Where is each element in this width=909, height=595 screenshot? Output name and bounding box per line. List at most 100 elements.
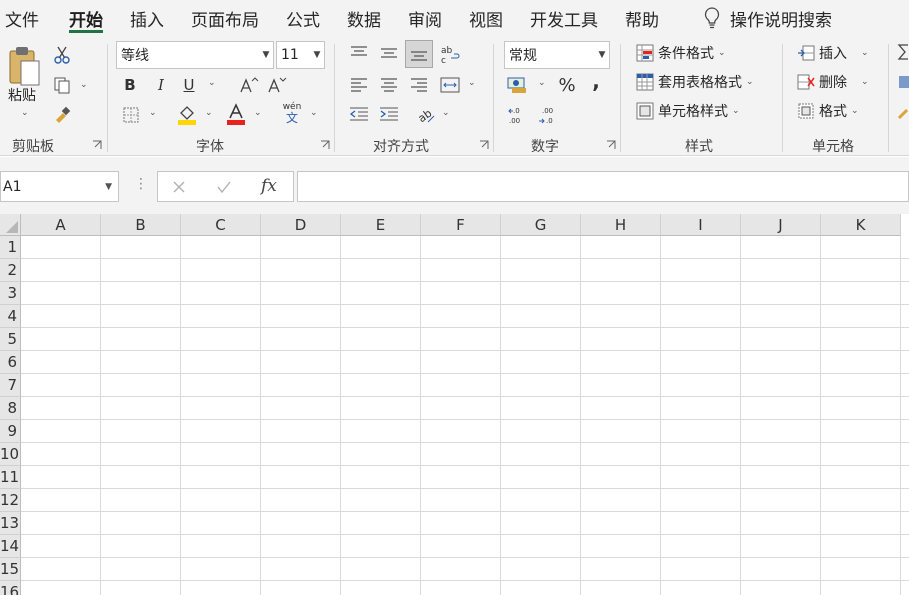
column-header[interactable]: K <box>821 214 901 236</box>
row-header[interactable]: 12 <box>0 489 21 512</box>
column-header[interactable]: E <box>341 214 421 236</box>
underline-dropdown-icon[interactable]: ⌄ <box>208 78 216 88</box>
row-header[interactable]: 16 <box>0 581 21 595</box>
tab-review[interactable]: 审阅 <box>408 6 442 31</box>
column-header[interactable]: J <box>741 214 821 236</box>
increase-indent-button[interactable] <box>377 104 401 126</box>
italic-button[interactable]: I <box>150 74 172 96</box>
enter-check-icon[interactable] <box>216 180 232 194</box>
copy-dropdown-icon[interactable]: ⌄ <box>80 80 88 90</box>
tell-me-search[interactable]: 操作说明搜索 <box>704 5 832 31</box>
insert-function-button[interactable]: fx <box>261 176 277 196</box>
insert-cells-button[interactable]: 插入 ⌄ <box>797 42 869 64</box>
column-header[interactable]: C <box>181 214 261 236</box>
tab-developer[interactable]: 开发工具 <box>530 6 598 31</box>
font-launcher-icon[interactable] <box>320 140 330 150</box>
align-bottom-button[interactable] <box>405 40 433 68</box>
align-middle-button[interactable] <box>377 42 401 64</box>
name-box[interactable]: A1 ▼ <box>0 171 119 202</box>
tab-page-layout[interactable]: 页面布局 <box>191 6 259 31</box>
paste-button[interactable] <box>5 44 45 90</box>
row-header[interactable]: 6 <box>0 351 21 374</box>
fill-color-button[interactable] <box>175 102 199 126</box>
column-header[interactable]: A <box>21 214 101 236</box>
decrease-font-button[interactable] <box>266 74 288 96</box>
tab-home[interactable]: 开始 <box>69 6 103 31</box>
copy-button[interactable] <box>52 74 72 96</box>
align-left-button[interactable] <box>347 74 371 96</box>
tab-help[interactable]: 帮助 <box>625 6 659 31</box>
clipboard-launcher-icon[interactable] <box>92 140 102 150</box>
font-color-dropdown-icon[interactable]: ⌄ <box>254 108 262 118</box>
delete-cells-button[interactable]: 删除 ⌄ <box>797 71 869 93</box>
row-header[interactable]: 4 <box>0 305 21 328</box>
row-header[interactable]: 3 <box>0 282 21 305</box>
tab-view[interactable]: 视图 <box>469 6 503 31</box>
fill-icon[interactable] <box>897 74 909 90</box>
font-size-select[interactable]: 11 ▼ <box>276 41 325 69</box>
row-header[interactable]: 10 <box>0 443 21 466</box>
phonetic-dropdown-icon[interactable]: ⌄ <box>310 108 318 118</box>
borders-dropdown-icon[interactable]: ⌄ <box>149 108 157 118</box>
tab-data[interactable]: 数据 <box>347 6 381 31</box>
formula-bar-grip-icon[interactable]: ⋮ <box>134 176 148 192</box>
row-header[interactable]: 1 <box>0 236 21 259</box>
column-header[interactable]: F <box>421 214 501 236</box>
underline-button[interactable]: U <box>178 74 200 96</box>
paste-dropdown-icon[interactable]: ⌄ <box>21 108 29 118</box>
align-center-button[interactable] <box>377 74 401 96</box>
row-header[interactable]: 8 <box>0 397 21 420</box>
clear-icon[interactable] <box>897 104 909 120</box>
decrease-decimal-button[interactable]: .00.0 <box>537 104 561 126</box>
column-header[interactable]: D <box>261 214 341 236</box>
accounting-format-button[interactable] <box>506 74 530 96</box>
column-header[interactable]: G <box>501 214 581 236</box>
conditional-formatting-button[interactable]: 条件格式 ⌄ <box>636 42 726 64</box>
decrease-indent-button[interactable] <box>347 104 371 126</box>
cut-button[interactable] <box>52 44 72 66</box>
format-as-table-button[interactable]: 套用表格格式 ⌄ <box>636 71 754 93</box>
format-cells-button[interactable]: 格式 ⌄ <box>797 100 859 122</box>
font-name-select[interactable]: 等线 ▼ <box>116 41 274 69</box>
percent-button[interactable]: % <box>556 74 578 96</box>
align-right-button[interactable] <box>407 74 431 96</box>
column-header[interactable]: I <box>661 214 741 236</box>
row-header[interactable]: 7 <box>0 374 21 397</box>
fill-color-dropdown-icon[interactable]: ⌄ <box>205 108 213 118</box>
increase-font-button[interactable] <box>238 74 260 96</box>
tab-insert[interactable]: 插入 <box>130 6 164 31</box>
cancel-icon[interactable] <box>172 180 186 194</box>
text-orientation-dropdown-icon[interactable]: ⌄ <box>442 108 450 118</box>
merge-center-button[interactable] <box>438 74 462 96</box>
row-header[interactable]: 5 <box>0 328 21 351</box>
increase-decimal-button[interactable]: .0.00 <box>507 104 531 126</box>
borders-button[interactable] <box>119 104 143 126</box>
number-launcher-icon[interactable] <box>606 140 616 150</box>
format-painter-button[interactable] <box>52 104 72 126</box>
phonetic-button[interactable]: wén 文 <box>280 102 304 126</box>
align-top-button[interactable] <box>347 42 371 64</box>
row-header[interactable]: 2 <box>0 259 21 282</box>
row-header[interactable]: 15 <box>0 558 21 581</box>
comma-button[interactable]: , <box>586 69 606 93</box>
orientation-button[interactable]: ab c <box>438 42 462 66</box>
worksheet-grid[interactable]: ABCDEFGHIJK 1 2 3 4 5 6 7 8 9 10 11 12 13 14 15 16 <box>0 214 909 595</box>
number-format-select[interactable]: 常规 ▼ <box>504 41 610 69</box>
formula-input[interactable] <box>297 171 909 202</box>
alignment-launcher-icon[interactable] <box>479 140 489 150</box>
row-header[interactable]: 9 <box>0 420 21 443</box>
row-header[interactable]: 11 <box>0 466 21 489</box>
row-header[interactable]: 13 <box>0 512 21 535</box>
font-color-button[interactable] <box>224 102 248 126</box>
column-header[interactable]: H <box>581 214 661 236</box>
cell-styles-button[interactable]: 单元格样式 ⌄ <box>636 100 740 122</box>
accounting-dropdown-icon[interactable]: ⌄ <box>538 78 546 88</box>
merge-dropdown-icon[interactable]: ⌄ <box>468 78 476 88</box>
text-orientation-button[interactable]: ab <box>414 104 438 126</box>
select-all-corner[interactable] <box>0 214 21 236</box>
sum-icon[interactable] <box>897 44 909 60</box>
tab-file[interactable]: 文件 <box>5 6 39 31</box>
bold-button[interactable]: B <box>119 74 141 96</box>
column-header[interactable]: B <box>101 214 181 236</box>
tab-formulas[interactable]: 公式 <box>286 6 320 31</box>
